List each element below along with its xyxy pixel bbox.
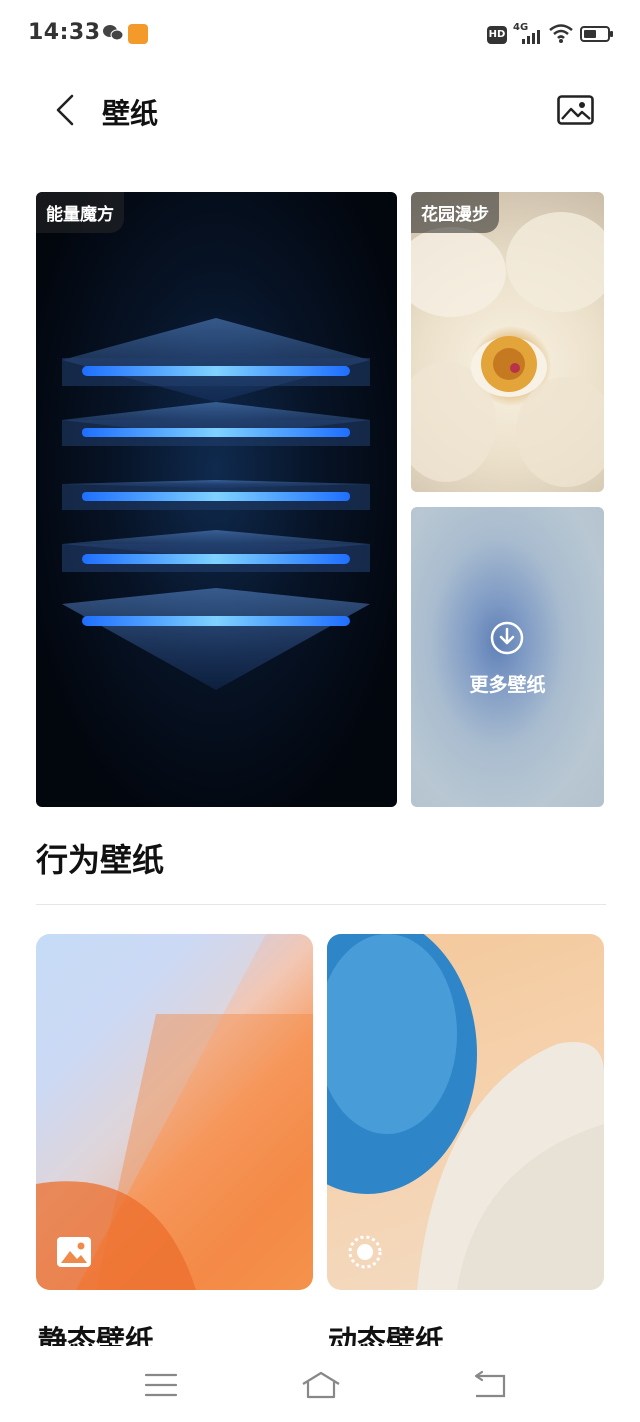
- more-wallpapers-label: 更多壁纸: [469, 674, 546, 696]
- wifi-icon: [549, 24, 573, 43]
- back-button[interactable]: [50, 92, 86, 128]
- more-wallpapers-button[interactable]: 更多壁纸: [411, 507, 604, 807]
- download-icon: [490, 621, 524, 655]
- energy-cube-image: [62, 318, 370, 690]
- wallpaper-card-garden-stroll[interactable]: 花园漫步: [411, 192, 604, 492]
- divider: [36, 904, 606, 905]
- wallpaper-card-energy-cube[interactable]: 能量魔方: [36, 192, 397, 807]
- signal-icon: 4G: [513, 22, 543, 46]
- page-title: 壁纸: [102, 97, 159, 130]
- static-wallpaper-card[interactable]: [36, 934, 313, 1290]
- wallpaper-name-tag: 能量魔方: [36, 192, 124, 233]
- wechat-icon: [103, 25, 124, 41]
- network-type: 4G: [513, 22, 529, 33]
- battery-icon: [580, 26, 613, 42]
- menu-icon[interactable]: [143, 1370, 179, 1400]
- back-icon[interactable]: [472, 1370, 508, 1400]
- gallery-button[interactable]: [557, 95, 594, 125]
- static-wallpaper-label: 静态壁纸: [38, 1324, 155, 1346]
- status-time: 14:33: [28, 20, 101, 45]
- wallpaper-name-tag: 花园漫步: [411, 192, 499, 233]
- image-icon: [57, 1237, 91, 1267]
- dynamic-wallpaper-card[interactable]: [327, 934, 604, 1290]
- home-icon[interactable]: [300, 1370, 342, 1400]
- flower-image: [411, 212, 604, 487]
- navigation-bar: [0, 1354, 640, 1422]
- hd-icon: HD: [487, 26, 507, 44]
- app-notification-icon: [128, 24, 148, 44]
- dynamic-wallpaper-label: 动态壁纸: [328, 1324, 445, 1346]
- status-bar: 14:33 HD 4G: [0, 0, 640, 70]
- live-wallpaper-icon: [348, 1235, 382, 1269]
- section-title: 行为壁纸: [36, 841, 165, 879]
